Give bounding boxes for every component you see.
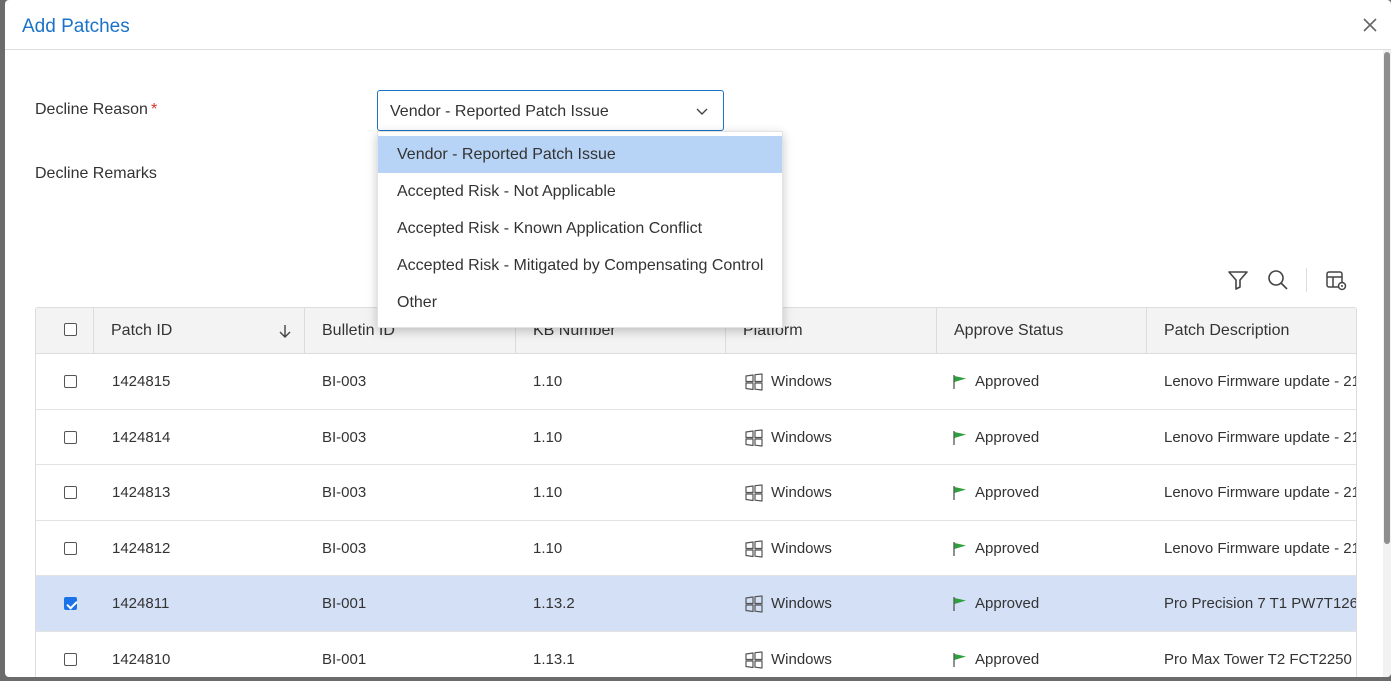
- cell-patch-description: Pro Max Tower T2 FCT2250 (: [1164, 650, 1356, 668]
- table-row[interactable]: 1424815 BI-003 1.10 Windows Approved Lenovo F…: [36, 354, 1356, 410]
- cell-approve-status: Approved: [975, 650, 1040, 668]
- cell-patch-description: Lenovo Firmware update - 21: [1164, 539, 1356, 557]
- windows-icon: [745, 428, 763, 447]
- header-patch-id[interactable]: Patch ID: [94, 308, 305, 354]
- cell-patch-description: Pro Precision 7 T1 PW7T126(: [1164, 595, 1356, 612]
- dialog-title: Add Patches: [22, 16, 130, 37]
- cell-kb-number: 1.13.1: [533, 650, 575, 668]
- cell-platform: Windows: [771, 373, 832, 390]
- select-all-checkbox[interactable]: [64, 323, 77, 336]
- cell-approve-status: Approved: [975, 373, 1040, 390]
- search-icon[interactable]: [1266, 268, 1290, 292]
- cell-approve-status: Approved: [975, 595, 1040, 612]
- cell-kb-number: 1.10: [533, 484, 563, 501]
- dropdown-option-not-applicable[interactable]: Accepted Risk - Not Applicable: [378, 173, 782, 210]
- table-row[interactable]: 1424811 BI-001 1.13.2 Windows Approved Pro Pr…: [36, 576, 1356, 632]
- flag-icon: [953, 597, 966, 611]
- cell-bulletin-id: BI-003: [322, 539, 367, 557]
- cell-kb-number: 1.10: [533, 373, 563, 390]
- decline-reason-label-text: Decline Reason: [35, 101, 148, 118]
- flag-icon: [953, 375, 966, 389]
- flag-icon: [953, 430, 966, 445]
- cell-bulletin-id: BI-003: [322, 428, 367, 446]
- table-row[interactable]: 1424812 BI-003 1.10 Windows Approved Lenovo F…: [36, 520, 1356, 576]
- cell-platform: Windows: [771, 650, 832, 668]
- cell-bulletin-id: BI-003: [322, 484, 367, 501]
- dropdown-option-other[interactable]: Other: [378, 284, 782, 321]
- flag-icon: [953, 541, 966, 556]
- chevron-down-icon: [696, 108, 708, 115]
- decline-reason-label: Decline Reason *: [35, 101, 157, 119]
- arrow-down-icon[interactable]: [278, 324, 292, 338]
- row-checkbox[interactable]: [64, 486, 77, 499]
- cell-patch-id: 1424810: [112, 650, 171, 668]
- cell-platform: Windows: [771, 539, 832, 557]
- windows-icon: [745, 595, 763, 613]
- decline-reason-dropdown: Vendor - Reported Patch Issue Accepted R…: [377, 131, 783, 328]
- cell-approve-status: Approved: [975, 539, 1040, 557]
- filter-icon[interactable]: [1226, 268, 1250, 292]
- cell-patch-description: Lenovo Firmware update - 21: [1164, 484, 1356, 501]
- header-patch-description[interactable]: Patch Description: [1147, 308, 1356, 354]
- dropdown-option-vendor-reported[interactable]: Vendor - Reported Patch Issue: [378, 136, 782, 173]
- flag-icon: [953, 486, 966, 500]
- cell-bulletin-id: BI-001: [322, 595, 367, 612]
- cell-patch-id: 1424815: [112, 373, 171, 390]
- decline-remarks-label: Decline Remarks: [35, 165, 157, 182]
- column-settings-icon[interactable]: [1324, 268, 1348, 292]
- cell-patch-id: 1424812: [112, 539, 171, 557]
- windows-icon: [745, 650, 763, 669]
- header-approve-status[interactable]: Approve Status: [937, 308, 1147, 354]
- row-checkbox[interactable]: [64, 375, 77, 388]
- cell-approve-status: Approved: [975, 484, 1040, 501]
- decline-reason-select[interactable]: Vendor - Reported Patch Issue: [377, 90, 724, 131]
- cell-patch-description: Lenovo Firmware update - 21: [1164, 373, 1356, 390]
- cell-kb-number: 1.13.2: [533, 595, 575, 612]
- scrollbar-thumb[interactable]: [1384, 52, 1390, 544]
- toolbar-divider: [1306, 268, 1307, 292]
- windows-icon: [745, 484, 763, 502]
- header-patch-id-label: Patch ID: [111, 322, 173, 339]
- dropdown-option-known-conflict[interactable]: Accepted Risk - Known Application Confli…: [378, 210, 782, 247]
- cell-patch-id: 1424814: [112, 428, 171, 446]
- cell-patch-id: 1424813: [112, 484, 171, 501]
- table-row[interactable]: 1424813 BI-003 1.10 Windows Approved Lenovo F…: [36, 465, 1356, 521]
- row-checkbox[interactable]: [64, 430, 77, 444]
- header-select-all-cell: [36, 308, 94, 354]
- dialog-header: Add Patches: [5, 0, 1391, 50]
- cell-approve-status: Approved: [975, 428, 1040, 446]
- windows-icon: [745, 373, 763, 391]
- cell-patch-id: 1424811: [112, 595, 170, 612]
- cell-bulletin-id: BI-001: [322, 650, 367, 668]
- cell-kb-number: 1.10: [533, 428, 563, 446]
- cell-platform: Windows: [771, 428, 832, 446]
- dropdown-option-compensating-control[interactable]: Accepted Risk - Mitigated by Compensatin…: [378, 247, 782, 284]
- cell-patch-description: Lenovo Firmware update - 21: [1164, 428, 1356, 446]
- cell-platform: Windows: [771, 595, 832, 612]
- windows-icon: [745, 539, 763, 558]
- close-icon[interactable]: [1361, 16, 1379, 34]
- flag-icon: [953, 652, 966, 667]
- patches-table: Patch ID Bulletin ID KB Number Platform …: [35, 307, 1357, 677]
- cell-bulletin-id: BI-003: [322, 373, 367, 390]
- cell-kb-number: 1.10: [533, 539, 563, 557]
- row-checkbox[interactable]: [64, 597, 77, 610]
- row-checkbox[interactable]: [64, 541, 77, 555]
- row-checkbox[interactable]: [64, 652, 77, 666]
- decline-reason-value: Vendor - Reported Patch Issue: [390, 103, 609, 120]
- cell-platform: Windows: [771, 484, 832, 501]
- table-row[interactable]: 1424810 BI-001 1.13.1 Windows Approved Pro Ma…: [36, 631, 1356, 677]
- add-patches-dialog: Add Patches Decline Reason * Decline Rema…: [5, 0, 1391, 677]
- table-row[interactable]: 1424814 BI-003 1.10 Windows Approved Lenovo F…: [36, 409, 1356, 465]
- required-asterisk: *: [150, 101, 158, 118]
